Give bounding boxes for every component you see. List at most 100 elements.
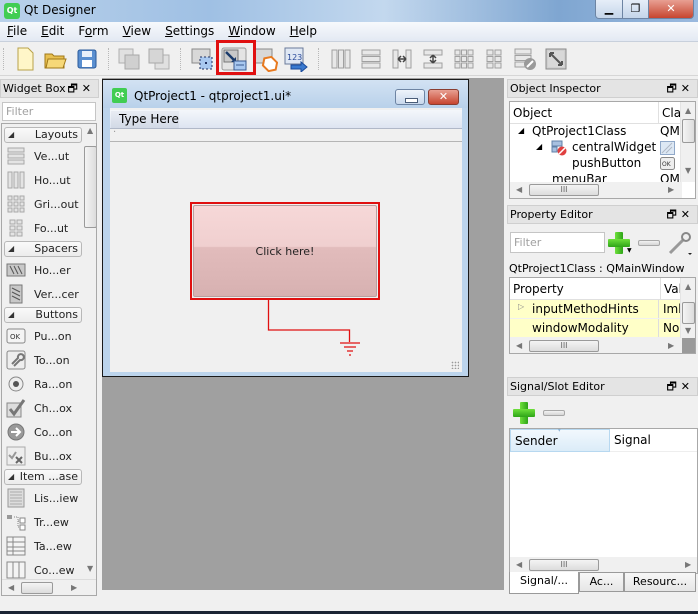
- layout-form-button[interactable]: [481, 46, 507, 72]
- restore-button[interactable]: ❐: [623, 0, 649, 18]
- bring-to-front-button[interactable]: [146, 46, 172, 72]
- edit-tab-order-button[interactable]: 123: [283, 46, 309, 72]
- widget-box-filter-input[interactable]: Filter: [2, 102, 96, 121]
- scroll-left-arrow-icon[interactable]: ◀: [516, 185, 522, 194]
- widget-item-form-layout[interactable]: Fo...ut: [2, 216, 82, 240]
- layout-horizontal-splitter-button[interactable]: [389, 46, 415, 72]
- form-minimize-button[interactable]: [395, 89, 425, 105]
- column-header-object[interactable]: Object: [510, 102, 658, 123]
- widget-item-horizontal-layout[interactable]: Ho...ut: [2, 168, 82, 192]
- adjust-size-button[interactable]: [543, 46, 569, 72]
- scroll-up-arrow-icon[interactable]: ▲: [685, 282, 691, 291]
- widget-category-spacers[interactable]: ◢ Spacers: [4, 241, 82, 257]
- form-close-button[interactable]: ✕: [428, 89, 459, 105]
- save-form-button[interactable]: [74, 46, 100, 72]
- toolbar-handle[interactable]: [108, 48, 111, 70]
- open-form-button[interactable]: [42, 46, 68, 72]
- send-to-back-button[interactable]: [116, 46, 142, 72]
- widget-item-vertical-layout[interactable]: Ve...ut: [2, 144, 82, 168]
- column-header-signal[interactable]: Signal: [610, 429, 697, 452]
- object-inspector-title-bar[interactable]: Object Inspector 🗗✕: [507, 79, 698, 98]
- widget-box-horizontal-scrollbar[interactable]: ◀ ▶: [2, 579, 96, 595]
- scroll-right-arrow-icon[interactable]: ▶: [71, 583, 77, 592]
- scrollbar-thumb[interactable]: [682, 119, 695, 143]
- add-connection-icon[interactable]: [513, 402, 535, 424]
- tab-action-editor[interactable]: Ac...: [579, 572, 624, 592]
- scrollbar-thumb[interactable]: III: [529, 340, 599, 352]
- tree-row[interactable]: ◢ QtProject1Class QM: [510, 124, 695, 140]
- float-icon[interactable]: 🗗: [666, 208, 680, 221]
- scrollbar-thumb[interactable]: III: [529, 184, 599, 196]
- float-icon[interactable]: 🗗: [67, 82, 81, 95]
- layout-vertically-button[interactable]: [358, 46, 384, 72]
- object-tree-vertical-scrollbar[interactable]: ▲ ▼: [680, 102, 695, 182]
- scroll-down-arrow-icon[interactable]: ▼: [87, 564, 93, 573]
- close-icon[interactable]: ✕: [82, 82, 95, 95]
- widget-item-tree-view[interactable]: Tr...ew: [2, 510, 82, 534]
- close-icon[interactable]: ✕: [681, 208, 694, 221]
- new-form-button[interactable]: [12, 46, 38, 72]
- widget-category-layouts[interactable]: ◢ Layouts: [4, 127, 82, 143]
- widget-category-buttons[interactable]: ◢ Buttons: [4, 307, 82, 323]
- scroll-down-arrow-icon[interactable]: ▼: [685, 326, 691, 335]
- menu-view[interactable]: View: [116, 22, 158, 41]
- tree-row[interactable]: ◢ centralWidget: [510, 140, 695, 156]
- float-icon[interactable]: 🗗: [666, 82, 680, 95]
- close-button[interactable]: ✕: [649, 0, 693, 18]
- tree-row[interactable]: pushButton OK: [510, 156, 695, 172]
- widget-category-item-views[interactable]: ◢ Item ...ase: [4, 469, 82, 485]
- scroll-left-arrow-icon[interactable]: ◀: [516, 341, 522, 350]
- menu-edit[interactable]: Edit: [34, 22, 71, 41]
- widget-item-table-view[interactable]: Ta...ew: [2, 534, 82, 558]
- close-icon[interactable]: ✕: [681, 82, 694, 95]
- scrollbar-thumb[interactable]: [84, 146, 96, 228]
- widget-item-button-box[interactable]: Bu...ox: [2, 444, 82, 468]
- scroll-left-arrow-icon[interactable]: ◀: [516, 560, 522, 569]
- expand-arrow-icon[interactable]: ▷: [518, 302, 524, 311]
- scroll-left-arrow-icon[interactable]: ◀: [8, 583, 14, 592]
- toolbar-handle[interactable]: [180, 48, 183, 70]
- column-header-sender[interactable]: Sender: [510, 429, 610, 452]
- property-filter-input[interactable]: Filter: [510, 232, 605, 253]
- scrollbar-thumb[interactable]: [682, 302, 695, 324]
- dropdown-arrow-icon[interactable]: ▼: [627, 247, 632, 254]
- scroll-right-arrow-icon[interactable]: ▶: [668, 185, 674, 194]
- widget-box-vertical-scrollbar[interactable]: ▲ ▼: [83, 124, 96, 579]
- widget-item-push-button[interactable]: OK Pu...on: [2, 324, 82, 348]
- layout-grid-button[interactable]: [451, 46, 477, 72]
- form-window-title-bar[interactable]: Qt QtProject1 - qtproject1.ui* ✕: [103, 80, 468, 108]
- signal-connection-ground-icon[interactable]: [260, 300, 360, 360]
- property-row[interactable]: ▷ inputMethodHints Imh: [510, 300, 695, 319]
- scroll-right-arrow-icon[interactable]: ▶: [685, 560, 691, 569]
- widget-item-vertical-spacer[interactable]: Ver...cer: [2, 282, 82, 306]
- property-table-vertical-scrollbar[interactable]: ▲ ▼: [680, 278, 695, 338]
- scroll-up-arrow-icon[interactable]: ▲: [87, 126, 93, 135]
- widget-item-command-link[interactable]: Co...on: [2, 420, 82, 444]
- property-editor-title-bar[interactable]: Property Editor 🗗✕: [507, 205, 698, 224]
- object-tree-horizontal-scrollbar[interactable]: ◀ III ▶: [510, 182, 682, 198]
- widget-box-title-bar[interactable]: Widget Box 🗗✕: [0, 79, 99, 98]
- menu-settings[interactable]: Settings: [158, 22, 221, 41]
- type-here-menu-placeholder[interactable]: Type Here: [111, 111, 179, 128]
- menu-form[interactable]: Form: [71, 22, 115, 41]
- scroll-down-arrow-icon[interactable]: ▼: [685, 166, 691, 175]
- layout-vertical-splitter-button[interactable]: [420, 46, 446, 72]
- remove-dynamic-property-icon[interactable]: [638, 240, 660, 246]
- close-icon[interactable]: ✕: [681, 380, 694, 393]
- configure-wrench-icon[interactable]: [667, 231, 693, 257]
- scroll-right-arrow-icon[interactable]: ▶: [668, 341, 674, 350]
- column-header-property[interactable]: Property: [510, 278, 660, 299]
- property-table-horizontal-scrollbar[interactable]: ◀ III ▶: [510, 338, 682, 353]
- toolbar-handle[interactable]: [318, 48, 321, 70]
- push-button-widget[interactable]: Click here!: [190, 202, 380, 300]
- widget-item-list-view[interactable]: Lis...iew: [2, 486, 82, 510]
- widget-item-check-box[interactable]: Ch...ox: [2, 396, 82, 420]
- widget-item-tool-button[interactable]: To...on: [2, 348, 82, 372]
- float-icon[interactable]: 🗗: [666, 380, 680, 393]
- column-header-value[interactable]: Valu: [660, 278, 682, 299]
- widget-item-grid-layout[interactable]: Gri...out: [2, 192, 82, 216]
- widget-item-radio-button[interactable]: Ra...on: [2, 372, 82, 396]
- scrollbar-thumb[interactable]: III: [529, 559, 599, 571]
- break-layout-button[interactable]: [512, 46, 538, 72]
- widget-item-horizontal-spacer[interactable]: Ho...er: [2, 258, 82, 282]
